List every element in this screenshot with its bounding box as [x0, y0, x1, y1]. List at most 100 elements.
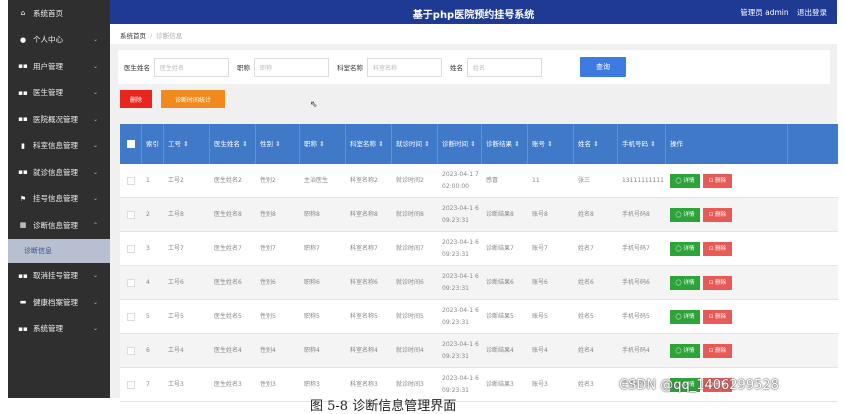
detail-button[interactable]: ◯ 详情: [670, 343, 700, 358]
grid-icon: ▪▪: [18, 115, 28, 124]
checkbox-icon: [127, 244, 135, 253]
breadcrumb: 系统首页 / 诊断信息: [120, 30, 182, 40]
row-checkbox[interactable]: [120, 198, 142, 231]
select-all-checkbox[interactable]: [120, 124, 142, 164]
table-cell: 4: [146, 278, 150, 286]
sidebar-item[interactable]: ⚑ 挂号信息管理 ⌄: [8, 186, 110, 213]
sidebar-item[interactable]: ▪▪ 用户管理 ⌄: [8, 53, 110, 80]
delete-row-button[interactable]: ⊡ 删除: [703, 343, 732, 358]
checkbox-icon: [127, 210, 135, 219]
sidebar-item[interactable]: ▪▪ 医院概况管理 ⌄: [8, 106, 110, 133]
table-cell: 姓名8: [578, 210, 594, 218]
table-cell: 工号4: [168, 346, 184, 354]
table-cell: 性别2: [260, 176, 276, 184]
checkbox-icon: [127, 176, 135, 185]
sidebar-item[interactable]: ▪▪ 医生管理 ⌄: [8, 80, 110, 107]
table-cell: 13111111111: [622, 176, 664, 184]
home-icon: ⌂: [20, 9, 26, 18]
table-cell: 性别8: [260, 210, 276, 218]
column-header[interactable]: 诊断结果 ⇕: [482, 124, 528, 164]
detail-button[interactable]: ◯ 详情: [670, 241, 700, 256]
table-cell: 性别6: [260, 278, 276, 286]
table-cell: 手机号码4: [622, 346, 650, 354]
table-cell: 科室名称4: [350, 346, 378, 354]
column-header[interactable]: 就诊时间 ⇕: [392, 124, 438, 164]
table-cell: 医生姓名4: [214, 346, 242, 354]
user-area: 管理员 admin 退出登录: [734, 7, 827, 18]
delete-row-button[interactable]: ⊡ 删除: [703, 241, 732, 256]
sidebar-item[interactable]: ▪▪ 就诊信息管理 ⌄: [8, 159, 110, 186]
delete-row-button[interactable]: ⊡ 删除: [703, 275, 732, 290]
column-header[interactable]: 科室名称 ⇕: [346, 124, 392, 164]
table-cell: 账号8: [532, 210, 548, 218]
row-checkbox[interactable]: [120, 164, 142, 197]
search-input[interactable]: 科室名称: [367, 57, 442, 77]
checkbox-icon: [127, 346, 135, 355]
sidebar-item[interactable]: ▪▪ 取消挂号管理 ⌄: [8, 263, 110, 290]
sidebar-item-label: 健康档案管理: [33, 297, 78, 307]
table-cell: 2023-04-1 6 09:23:31: [442, 272, 479, 292]
row-checkbox[interactable]: [120, 300, 142, 333]
row-actions: ◯ 详情 ⊡ 删除: [666, 300, 788, 333]
chevron-icon: ⌄: [92, 298, 98, 306]
detail-button[interactable]: ◯ 详情: [670, 207, 700, 222]
watermark: CSDN @qq_1406299528: [619, 378, 779, 393]
column-header[interactable]: 诊断时间 ⇕: [438, 124, 482, 164]
search-input[interactable]: 职称: [254, 57, 329, 77]
table-cell: 手机号码6: [622, 278, 650, 286]
column-header[interactable]: 医生姓名 ⇕: [210, 124, 256, 164]
detail-button[interactable]: ◯ 详情: [670, 173, 700, 188]
sidebar-item[interactable]: ▮ 科室信息管理 ⌄: [8, 133, 110, 160]
table-body: 1 工号2 医生姓名2 性别2 主治医生 科室名称2 就诊时间2 2023-04-1 7 02…: [120, 164, 838, 402]
table-cell: 5: [146, 312, 150, 320]
sidebar-item-label: 科室信息管理: [33, 141, 78, 151]
table-cell: 姓名4: [578, 346, 594, 354]
search-bar: 医生姓名 医生姓名 职称 职称 科室名称 科室名称 姓名 姓名 查询: [118, 50, 830, 84]
table-cell: 职称7: [304, 244, 320, 252]
delete-row-button[interactable]: ⊡ 删除: [703, 309, 732, 324]
delete-row-button[interactable]: ⊡ 删除: [703, 207, 732, 222]
diagnosis-time-stat-button[interactable]: 诊断时间统计: [161, 90, 225, 108]
breadcrumb-home[interactable]: 系统首页: [120, 32, 146, 40]
column-header[interactable]: 姓名 ⇕: [574, 124, 618, 164]
column-header[interactable]: 性别 ⇕: [256, 124, 300, 164]
action-buttons: ◯ 详情 ⊡ 删除: [670, 309, 732, 324]
batch-delete-button[interactable]: 删除: [120, 90, 152, 108]
search-input[interactable]: 姓名: [467, 57, 542, 77]
detail-button[interactable]: ◯ 详情: [670, 309, 700, 324]
table-cell: 性别5: [260, 312, 276, 320]
table-cell: 职称4: [304, 346, 320, 354]
column-header[interactable]: 账号 ⇕: [528, 124, 574, 164]
sidebar-subitem-diagnosis[interactable]: 诊断信息: [8, 238, 110, 263]
row-checkbox[interactable]: [120, 334, 142, 367]
sidebar-item[interactable]: ● 个人中心 ⌄: [8, 27, 110, 54]
table-cell: 就诊时间6: [396, 278, 424, 286]
detail-button[interactable]: ◯ 详情: [670, 275, 700, 290]
table-cell: 手机号码8: [622, 210, 650, 218]
query-button[interactable]: 查询: [580, 57, 626, 77]
column-header[interactable]: 手机号码 ⇕: [618, 124, 666, 164]
row-checkbox[interactable]: [120, 232, 142, 265]
row-checkbox[interactable]: [120, 266, 142, 299]
column-header[interactable]: 工号 ⇕: [164, 124, 210, 164]
column-header[interactable]: 职称 ⇕: [300, 124, 346, 164]
main-content: 医生姓名 医生姓名 职称 职称 科室名称 科室名称 姓名 姓名 查询 删除 诊断时间统计 ⇖ 索…: [110, 44, 838, 402]
search-input[interactable]: 医生姓名: [154, 57, 229, 77]
row-checkbox[interactable]: [120, 368, 142, 401]
table-cell: 工号3: [168, 380, 184, 388]
table-cell: 科室名称2: [350, 176, 378, 184]
row-actions: ◯ 详情 ⊡ 删除: [666, 334, 788, 367]
table-cell: 姓名3: [578, 380, 594, 388]
sidebar-item[interactable]: ▦ 诊断信息管理 ⌃: [8, 212, 110, 239]
sidebar-item[interactable]: ▪▪ 系统管理 ⌄: [8, 316, 110, 343]
logout-link[interactable]: 退出登录: [797, 8, 827, 17]
table-cell: 医生姓名5: [214, 312, 242, 320]
sidebar-item[interactable]: ▬ 健康档案管理 ⌄: [8, 289, 110, 316]
table-cell: 诊断结果5: [486, 312, 514, 320]
table-cell: 职称8: [304, 210, 320, 218]
sidebar-item[interactable]: ⌂ 系统首页: [8, 0, 110, 27]
delete-row-button[interactable]: ⊡ 删除: [703, 173, 732, 188]
table-cell: 诊断结果3: [486, 380, 514, 388]
briefcase-icon: ▬: [19, 298, 27, 307]
sidebar-item-label: 系统首页: [33, 8, 63, 18]
